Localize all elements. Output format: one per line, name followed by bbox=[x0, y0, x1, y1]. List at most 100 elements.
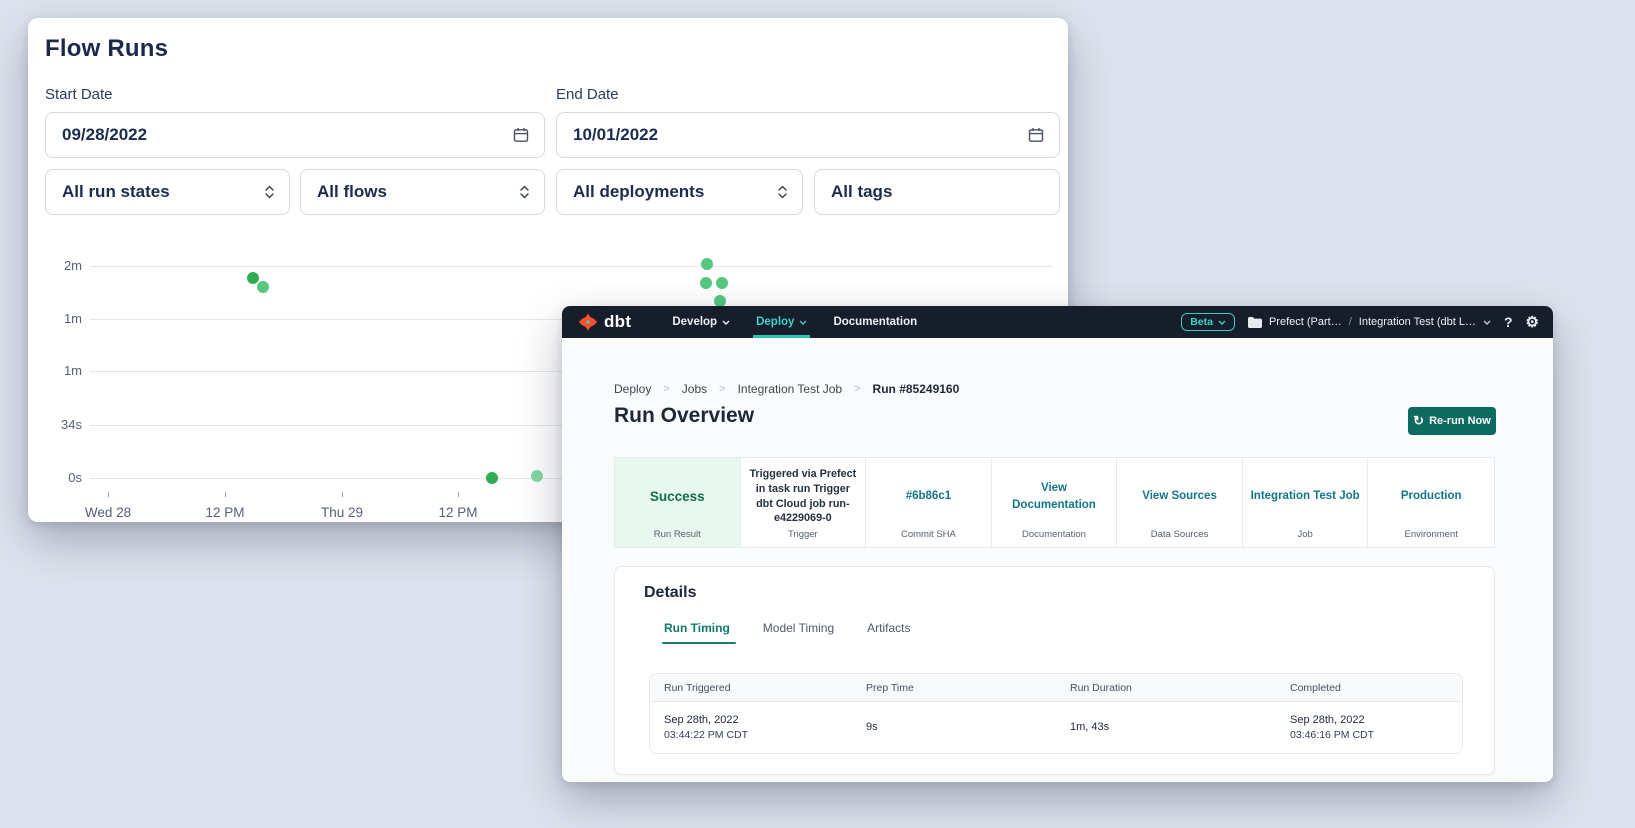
breadcrumb-separator: > bbox=[719, 383, 725, 395]
y-axis-tick-label: 1m bbox=[28, 363, 82, 378]
help-icon[interactable]: ? bbox=[1504, 315, 1513, 329]
dbt-logo-text: dbt bbox=[604, 312, 631, 332]
tab-model-timing[interactable]: Model Timing bbox=[763, 621, 834, 644]
folder-icon bbox=[1248, 317, 1262, 328]
trigger-label: Trigger bbox=[741, 529, 866, 540]
tab-run-timing[interactable]: Run Timing bbox=[664, 621, 730, 644]
col-prep-time: Prep Time bbox=[852, 682, 1056, 694]
col-run-triggered: Run Triggered bbox=[650, 682, 852, 694]
cell-completed: Sep 28th, 2022 03:46:16 PM CDT bbox=[1276, 713, 1463, 743]
cell-prep-time: 9s bbox=[852, 720, 1056, 735]
beta-label: Beta bbox=[1190, 316, 1213, 328]
chart-gridline bbox=[90, 266, 1053, 267]
view-documentation-link[interactable]: View Documentation bbox=[1008, 480, 1100, 512]
flow-run-point[interactable] bbox=[257, 281, 269, 293]
details-card: Details Run Timing Model Timing Artifact… bbox=[614, 566, 1495, 775]
x-axis-tick bbox=[225, 492, 226, 497]
run-result-value: Success bbox=[650, 489, 705, 504]
job-link[interactable]: Integration Test Job bbox=[1251, 488, 1360, 504]
y-axis-tick-label: 2m bbox=[28, 258, 82, 273]
project-separator: / bbox=[1349, 316, 1352, 328]
cell-run-triggered: Sep 28th, 2022 03:44:22 PM CDT bbox=[650, 713, 852, 743]
rerun-now-button[interactable]: ↻ Re-run Now bbox=[1408, 407, 1496, 435]
nav-develop-label: Develop bbox=[672, 316, 717, 328]
run-triggered-time: 03:44:22 PM CDT bbox=[664, 728, 852, 743]
nav-documentation-label: Documentation bbox=[833, 316, 917, 328]
breadcrumb: Deploy > Jobs > Integration Test Job > R… bbox=[614, 382, 959, 396]
chevron-down-icon bbox=[722, 320, 730, 325]
flow-run-point[interactable] bbox=[531, 470, 543, 482]
project-name: Prefect (Part… bbox=[1269, 316, 1342, 328]
chevron-down-icon bbox=[799, 320, 807, 325]
nav-deploy[interactable]: Deploy bbox=[743, 306, 820, 338]
trigger-value: Triggered via Prefect in task run Trigge… bbox=[748, 467, 859, 525]
nav-documentation[interactable]: Documentation bbox=[820, 306, 930, 338]
environment-card: Production Environment bbox=[1368, 458, 1494, 547]
x-axis-tick-label: Wed 28 bbox=[73, 505, 143, 520]
documentation-label: Documentation bbox=[992, 529, 1117, 540]
table-header-row: Run Triggered Prep Time Run Duration Com… bbox=[650, 674, 1462, 702]
breadcrumb-separator: > bbox=[663, 383, 669, 395]
y-axis-tick-label: 1m bbox=[28, 311, 82, 326]
x-axis-tick-label: 12 PM bbox=[423, 505, 493, 520]
details-title: Details bbox=[644, 584, 696, 602]
view-sources-link[interactable]: View Sources bbox=[1142, 488, 1217, 504]
run-overview-title: Run Overview bbox=[614, 404, 754, 428]
data-sources-card: View Sources Data Sources bbox=[1117, 458, 1243, 547]
run-timing-table: Run Triggered Prep Time Run Duration Com… bbox=[649, 673, 1463, 754]
x-axis-tick-label: Thu 29 bbox=[307, 505, 377, 520]
environment-link[interactable]: Production bbox=[1401, 488, 1462, 504]
dbt-navbar: dbt Develop Deploy Documentation Beta Pr… bbox=[562, 306, 1553, 338]
breadcrumb-jobs[interactable]: Jobs bbox=[682, 382, 707, 396]
breadcrumb-job[interactable]: Integration Test Job bbox=[738, 382, 843, 396]
x-axis-tick bbox=[108, 492, 109, 497]
flow-run-point[interactable] bbox=[247, 272, 259, 284]
run-result-card: Success Run Result bbox=[615, 458, 741, 547]
completed-time: 03:46:16 PM CDT bbox=[1290, 728, 1463, 743]
data-sources-label: Data Sources bbox=[1117, 529, 1242, 540]
commit-sha-link[interactable]: #6b86c1 bbox=[906, 488, 951, 504]
table-row: Sep 28th, 2022 03:44:22 PM CDT 9s 1m, 43… bbox=[650, 702, 1462, 753]
chevron-down-icon bbox=[1218, 320, 1226, 325]
flow-run-point[interactable] bbox=[486, 472, 498, 484]
x-axis-tick bbox=[458, 492, 459, 497]
project-switcher[interactable]: Prefect (Part… / Integration Test (dbt L… bbox=[1248, 316, 1491, 328]
nav-develop[interactable]: Develop bbox=[659, 306, 743, 338]
flow-run-point[interactable] bbox=[700, 277, 712, 289]
x-axis-tick bbox=[342, 492, 343, 497]
run-triggered-date: Sep 28th, 2022 bbox=[664, 713, 852, 728]
x-axis-tick-label: 12 PM bbox=[190, 505, 260, 520]
job-label: Job bbox=[1243, 529, 1368, 540]
tab-artifacts[interactable]: Artifacts bbox=[867, 621, 910, 644]
environment-name: Integration Test (dbt L… bbox=[1359, 316, 1476, 328]
breadcrumb-run: Run #85249160 bbox=[873, 382, 960, 396]
y-axis-tick-label: 34s bbox=[28, 417, 82, 432]
dbt-cloud-window: dbt Develop Deploy Documentation Beta Pr… bbox=[562, 306, 1553, 782]
trigger-card: Triggered via Prefect in task run Trigge… bbox=[741, 458, 867, 547]
environment-label: Environment bbox=[1368, 529, 1494, 540]
dbt-logo[interactable]: dbt bbox=[578, 312, 631, 332]
col-run-duration: Run Duration bbox=[1056, 682, 1276, 694]
rerun-now-label: Re-run Now bbox=[1429, 415, 1491, 427]
col-completed: Completed bbox=[1276, 682, 1463, 694]
flow-run-point[interactable] bbox=[716, 277, 728, 289]
dbt-logo-icon bbox=[578, 312, 598, 332]
completed-date: Sep 28th, 2022 bbox=[1290, 713, 1463, 728]
y-axis-tick-label: 0s bbox=[28, 470, 82, 485]
breadcrumb-separator: > bbox=[854, 383, 860, 395]
run-result-label: Run Result bbox=[615, 529, 740, 540]
breadcrumb-deploy[interactable]: Deploy bbox=[614, 382, 651, 396]
nav-deploy-label: Deploy bbox=[756, 316, 794, 328]
documentation-card: View Documentation Documentation bbox=[992, 458, 1118, 547]
commit-sha-label: Commit SHA bbox=[866, 529, 991, 540]
cell-run-duration: 1m, 43s bbox=[1056, 720, 1276, 735]
run-summary-cards: Success Run Result Triggered via Prefect… bbox=[614, 457, 1495, 548]
refresh-icon: ↻ bbox=[1413, 413, 1424, 429]
job-card: Integration Test Job Job bbox=[1243, 458, 1369, 547]
gear-icon[interactable]: ⚙ bbox=[1526, 315, 1539, 330]
commit-sha-card: #6b86c1 Commit SHA bbox=[866, 458, 992, 547]
beta-badge[interactable]: Beta bbox=[1181, 313, 1235, 331]
flow-run-point[interactable] bbox=[701, 258, 713, 270]
details-tabs: Run Timing Model Timing Artifacts bbox=[664, 621, 911, 644]
chevron-down-icon bbox=[1483, 320, 1491, 325]
